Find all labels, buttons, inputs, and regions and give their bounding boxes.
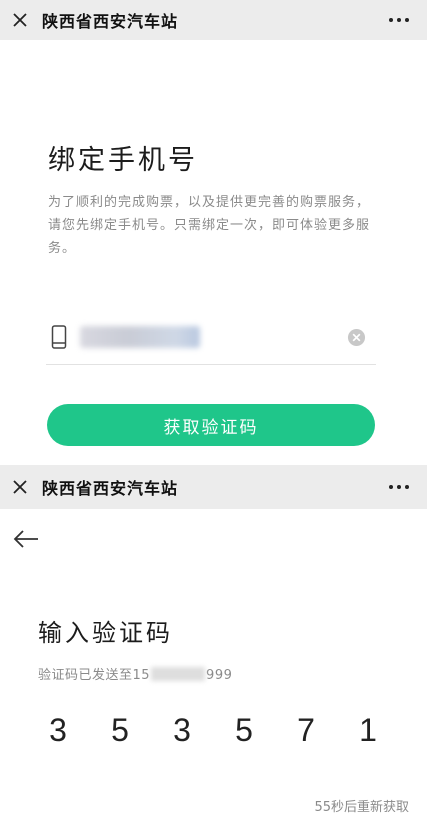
- more-button[interactable]: [387, 12, 411, 28]
- title-bar: 陕西省西安汽车站: [0, 465, 427, 509]
- get-code-button[interactable]: 获取验证码: [47, 404, 375, 446]
- close-button[interactable]: [0, 0, 40, 40]
- close-button[interactable]: [0, 465, 40, 509]
- phone-number-mask: [151, 667, 206, 681]
- enter-code-screen: 陕西省西安汽车站 输入验证码 验证码已发送至15 999 3 5 3 5 7 1 …: [0, 465, 427, 827]
- bind-phone-description: 为了顺利的完成购票，以及提供更完善的购票服务，请您先绑定手机号。只需绑定一次，即…: [48, 195, 371, 256]
- resend-countdown: 55秒后重新获取: [314, 800, 409, 815]
- code-digit[interactable]: 5: [90, 708, 150, 752]
- back-arrow-icon[interactable]: [12, 527, 40, 551]
- phone-icon: [51, 325, 67, 349]
- more-button[interactable]: [387, 479, 411, 495]
- enter-code-heading: 输入验证码: [38, 619, 173, 647]
- code-digit[interactable]: 1: [338, 708, 398, 752]
- bind-phone-heading: 绑定手机号: [48, 145, 198, 176]
- code-digit[interactable]: 7: [276, 708, 336, 752]
- close-icon: [13, 480, 27, 494]
- more-icon: [389, 18, 393, 22]
- code-sent-notice: 验证码已发送至15 999: [38, 664, 232, 683]
- code-sent-suffix: 999: [206, 668, 233, 683]
- code-digit[interactable]: 3: [152, 708, 212, 752]
- clear-icon[interactable]: [347, 328, 366, 347]
- page-title: 陕西省西安汽车站: [42, 12, 179, 31]
- phone-input[interactable]: [80, 324, 204, 352]
- phone-field: [46, 316, 376, 365]
- code-digit[interactable]: 3: [28, 708, 88, 752]
- code-sent-prefix: 验证码已发送至15: [38, 668, 151, 683]
- title-bar: 陕西省西安汽车站: [0, 0, 427, 40]
- close-icon: [13, 13, 27, 27]
- more-icon: [389, 485, 393, 489]
- verification-code-input[interactable]: 3 5 3 5 7 1: [28, 708, 398, 752]
- page-title: 陕西省西安汽车站: [42, 479, 179, 498]
- bind-phone-screen: 陕西省西安汽车站 绑定手机号 为了顺利的完成购票，以及提供更完善的购票服务，请您…: [0, 0, 427, 465]
- code-digit[interactable]: 5: [214, 708, 274, 752]
